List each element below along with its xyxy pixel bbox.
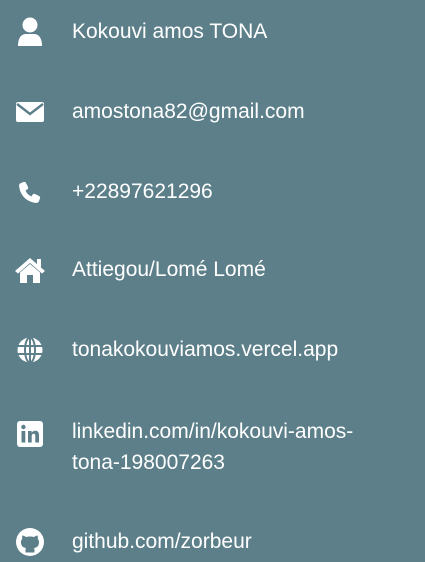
contact-row-linkedin: linkedin.com/in/kokouvi-amos- tona-19800… [0,410,425,482]
contact-name: Kokouvi amos TONA [72,20,268,43]
home-icon [10,250,50,290]
contact-row-github: github.com/zorbeur [0,522,425,562]
phone-icon [10,172,50,212]
contact-list: Kokouvi amos TONA amostona82@gmail.com +… [0,0,425,558]
phone-link[interactable]: +22897621296 [72,176,422,207]
email-link[interactable]: amostona82@gmail.com [72,96,422,127]
linkedin-link[interactable]: linkedin.com/in/kokouvi-amos- tona-19800… [72,416,422,478]
linkedin-link-line1: linkedin.com/in/kokouvi-amos- [72,420,354,443]
envelope-icon [10,92,50,132]
contact-row-phone: +22897621296 [0,172,425,212]
user-icon [10,12,50,52]
contact-row-email: amostona82@gmail.com [0,92,425,132]
contact-row-website: tonakokouviamos.vercel.app [0,330,425,370]
address-text: Attiegou/Lomé Lomé [72,258,266,281]
github-icon [10,522,50,562]
contact-row-address: Attiegou/Lomé Lomé [0,250,425,290]
globe-icon [10,330,50,370]
contact-row-name: Kokouvi amos TONA [0,12,425,52]
github-link[interactable]: github.com/zorbeur [72,526,422,557]
website-link[interactable]: tonakokouviamos.vercel.app [72,334,422,365]
linkedin-icon [10,414,50,454]
linkedin-link-line2: tona-198007263 [72,451,225,474]
